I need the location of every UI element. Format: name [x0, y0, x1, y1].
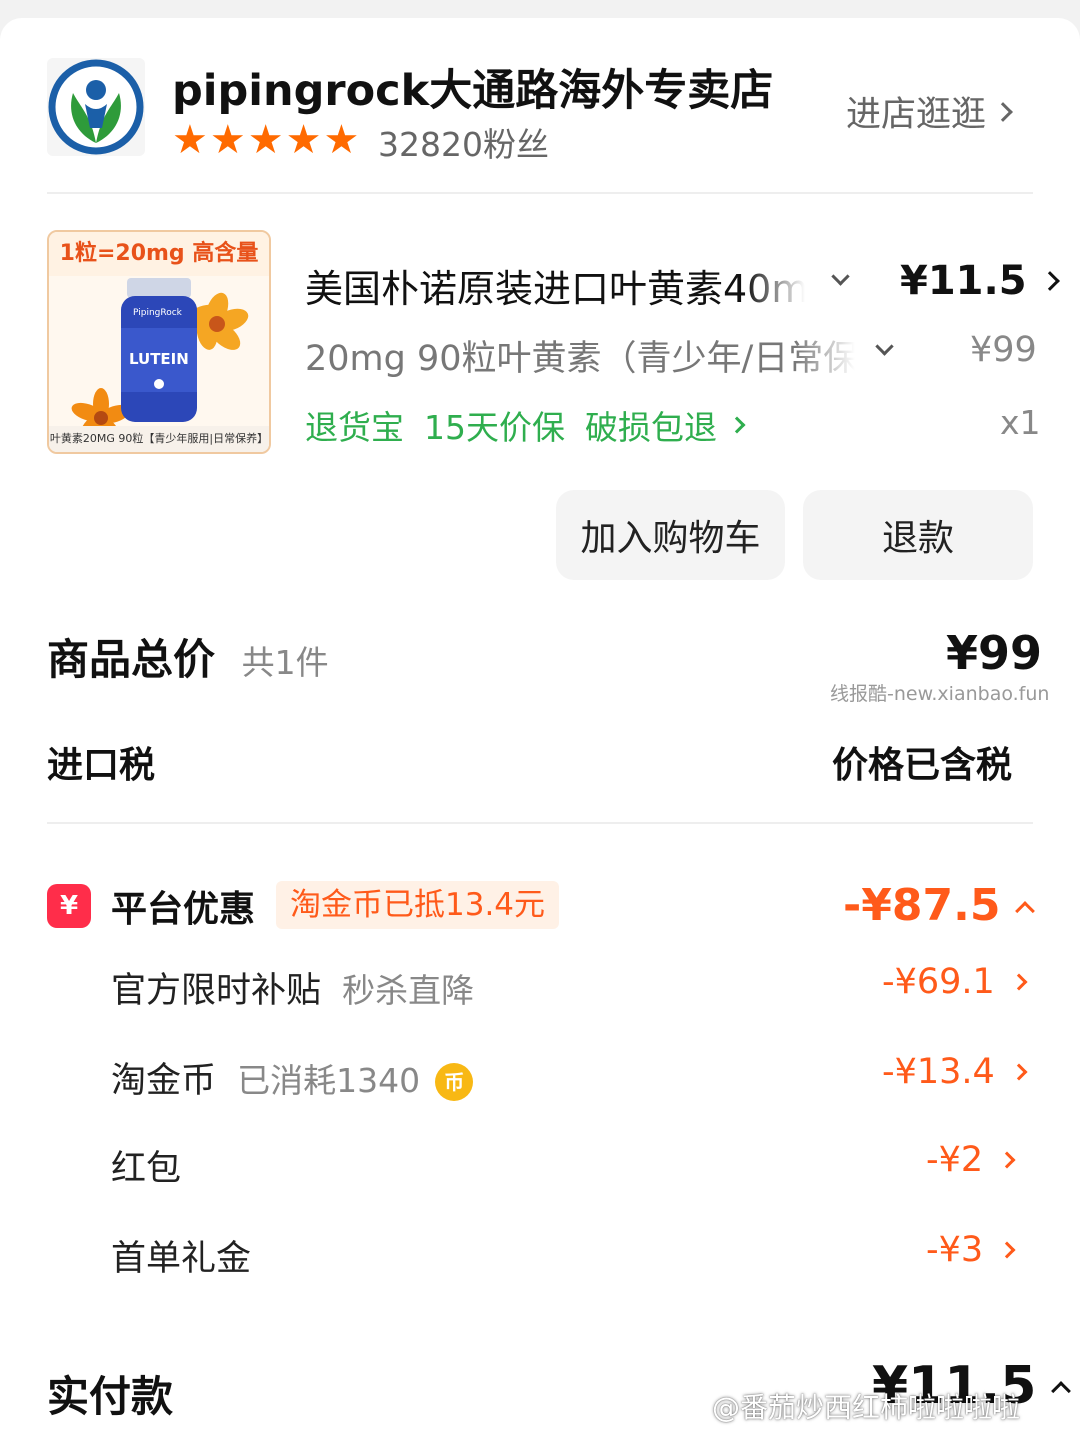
actual-payment-label: 实付款: [47, 1372, 174, 1421]
user-watermark: @番茄炒西红柿啦啦啦啦: [712, 1391, 1021, 1424]
red-packet-value: -¥2: [926, 1140, 984, 1180]
platform-discount-label: 平台优惠: [111, 889, 256, 930]
product-title[interactable]: 美国朴诺原装进口叶黄素40mg: [305, 258, 805, 313]
chevron-up-icon: [1051, 1381, 1072, 1401]
tao-coin-label: 淘金币 已消耗1340 币: [111, 1052, 474, 1103]
product-price[interactable]: ¥11.5: [900, 258, 1060, 304]
chevron-down-icon[interactable]: [875, 337, 894, 356]
chevron-down-icon[interactable]: [831, 267, 850, 286]
title-fade: [745, 254, 805, 306]
original-price: ¥99: [970, 330, 1037, 370]
goods-total-text: 商品总价: [47, 635, 216, 684]
goods-total-value: ¥99: [946, 626, 1043, 680]
product-spec[interactable]: 20mg 90粒叶黄素（青少年/日常保养）: [305, 330, 855, 381]
divider: [47, 192, 1033, 194]
red-packet-row[interactable]: -¥2: [926, 1140, 1016, 1180]
divider: [47, 822, 1033, 824]
chevron-right-icon: [1039, 271, 1060, 291]
tao-coin-note: 已消耗1340: [237, 1061, 421, 1100]
star-icon: ★: [247, 117, 284, 163]
platform-discount-toggle[interactable]: -¥87.5: [843, 880, 1036, 931]
import-tax-label: 进口税: [47, 745, 156, 786]
chevron-right-icon: [993, 101, 1013, 122]
official-subsidy-text: 官方限时补贴: [111, 971, 322, 1011]
enter-store-label: 进店逛逛: [846, 95, 987, 135]
add-to-cart-button[interactable]: 加入购物车: [556, 490, 785, 580]
first-order-gift-value: -¥3: [926, 1230, 984, 1270]
store-logo[interactable]: [47, 58, 145, 156]
coin-deduction-tag: 淘金币已抵13.4元: [276, 881, 560, 929]
official-subsidy-value: -¥69.1: [882, 962, 995, 1002]
product-image-label: LUTEIN: [129, 350, 189, 368]
chevron-up-icon: [1015, 900, 1036, 921]
chevron-right-icon: [1010, 1063, 1028, 1081]
service-damage-refund: 破损包退: [585, 408, 717, 447]
tao-coin-row[interactable]: -¥13.4: [882, 1052, 1028, 1092]
spec-fade: [795, 326, 855, 376]
chevron-right-icon: [998, 1151, 1016, 1169]
tao-coin-text: 淘金币: [111, 1061, 217, 1101]
service-price-protect: 15天价保: [424, 408, 565, 447]
product-bottle-icon: [71, 278, 249, 444]
tao-coin-value: -¥13.4: [882, 1052, 995, 1092]
goods-count: 共1件: [241, 643, 329, 682]
official-subsidy-note: 秒杀直降: [342, 971, 475, 1010]
product-image-brand: PipingRock: [133, 308, 182, 318]
star-icon: ★: [285, 117, 322, 163]
site-watermark: 线报酷-new.xianbao.fun: [830, 679, 1050, 706]
store-fans-count: 32820粉丝: [378, 125, 549, 164]
product-image[interactable]: 1粒=20mg 高含量 PipingRock LUTEIN 叶黄素20MG 90…: [47, 230, 271, 454]
service-guarantees[interactable]: 退货宝 15天价保 破损包退: [305, 401, 746, 449]
star-icon: ★: [209, 117, 246, 163]
enter-store-link[interactable]: 进店逛逛: [846, 86, 1013, 137]
goods-total-label: 商品总价 共1件: [47, 626, 329, 687]
coin-icon: 币: [435, 1063, 474, 1101]
product-quantity: x1: [1000, 403, 1041, 442]
refund-button[interactable]: 退款: [803, 490, 1033, 580]
import-tax-value: 价格已含税: [832, 745, 1013, 786]
star-icon: ★: [172, 117, 208, 163]
official-subsidy-row[interactable]: -¥69.1: [882, 962, 1028, 1002]
star-icon: ★: [323, 117, 360, 163]
red-packet-label: 红包: [111, 1149, 182, 1189]
first-order-gift-row[interactable]: -¥3: [926, 1230, 1016, 1270]
store-rating: ★ ★ ★ ★ ★: [172, 118, 359, 162]
chevron-right-icon: [1010, 973, 1028, 991]
store-name[interactable]: pipingrock大通路海外专卖店: [172, 56, 773, 118]
order-detail-card: pipingrock大通路海外专卖店 ★ ★ ★ ★ ★ 32820粉丝 进店逛…: [0, 18, 1080, 1431]
product-price-value: ¥11.5: [900, 258, 1027, 304]
platform-discount-value: -¥87.5: [843, 880, 1001, 931]
service-return: 退货宝: [305, 408, 404, 447]
product-image-footer: 叶黄素20MG 90粒【青少年服用|日常保养】: [49, 426, 269, 452]
coupon-icon: ¥: [47, 884, 91, 928]
store-logo-icon: [48, 59, 144, 155]
chevron-right-icon: [728, 416, 746, 434]
official-subsidy-label: 官方限时补贴 秒杀直降: [111, 962, 474, 1013]
first-order-gift-label: 首单礼金: [111, 1239, 252, 1279]
chevron-right-icon: [998, 1241, 1016, 1259]
